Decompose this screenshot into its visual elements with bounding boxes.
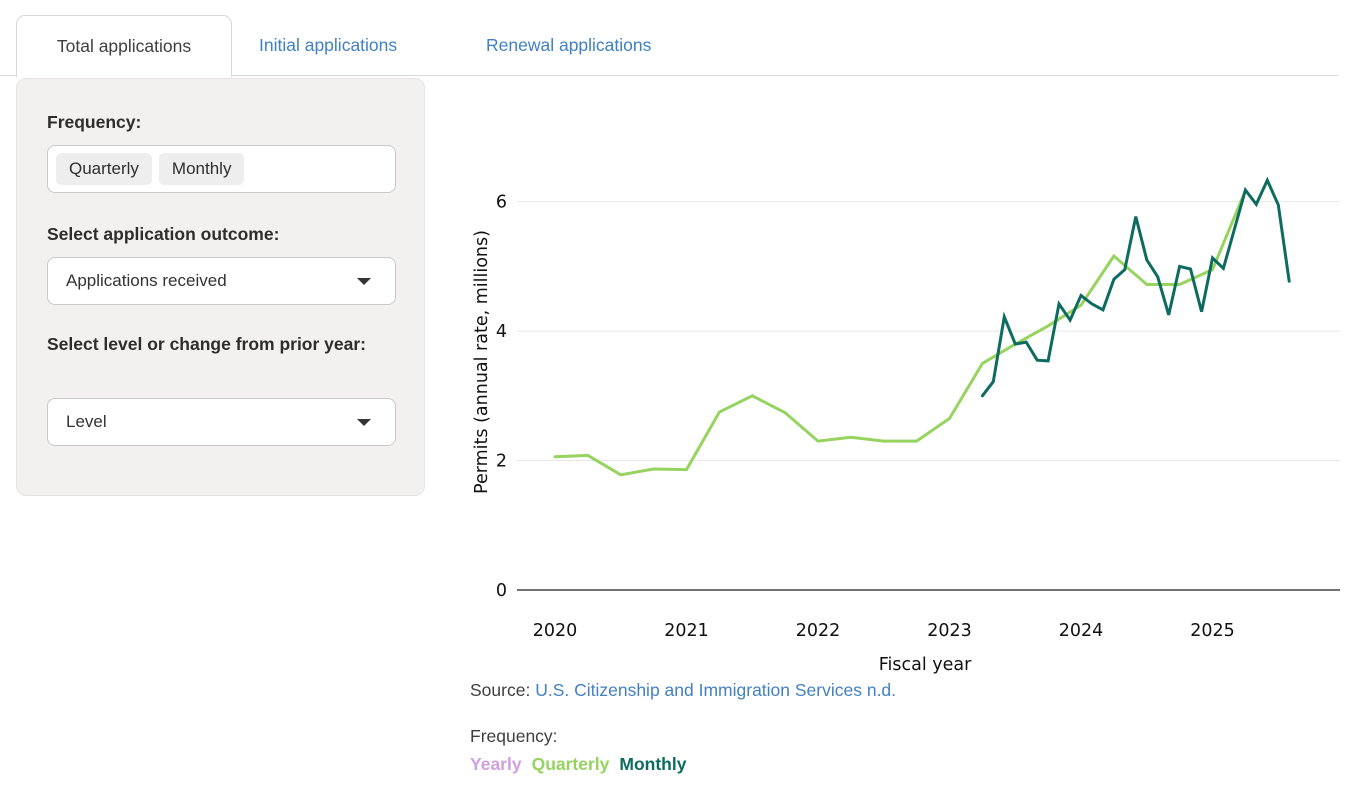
source-line: Source: U.S. Citizenship and Immigration… (470, 680, 896, 701)
filter-panel: Frequency: Quarterly Monthly Select appl… (16, 78, 425, 496)
chevron-down-icon (357, 278, 371, 285)
legend-entry-quarterly[interactable]: Quarterly (532, 754, 610, 775)
x-tick-label: 2022 (796, 621, 841, 641)
frequency-select[interactable]: Quarterly Monthly (47, 145, 396, 193)
legend-entry-monthly[interactable]: Monthly (619, 754, 686, 775)
x-tick-label: 2023 (927, 621, 972, 641)
y-tick-label: 4 (496, 322, 507, 342)
source-prefix: Source: (470, 680, 535, 700)
x-tick-label: 2021 (664, 621, 709, 641)
level-dropdown[interactable]: Level (47, 398, 396, 446)
legend: Yearly Quarterly Monthly (470, 754, 686, 775)
tab-total-applications[interactable]: Total applications (16, 15, 232, 77)
x-tick-label: 2025 (1190, 621, 1235, 641)
outcome-selected-value: Applications received (66, 271, 227, 291)
tab-renewal-applications[interactable]: Renewal applications (486, 35, 651, 56)
outcome-label: Select application outcome: (47, 221, 397, 247)
x-axis-title: Fiscal year (879, 655, 972, 675)
legend-entry-yearly[interactable]: Yearly (470, 754, 522, 775)
y-axis-title: Permits (annual rate, millions) (472, 230, 492, 494)
frequency-option-monthly[interactable]: Monthly (159, 153, 245, 185)
level-selected-value: Level (66, 412, 107, 432)
monthly-line (982, 180, 1289, 395)
y-tick-label: 0 (496, 581, 507, 601)
level-label: Select level or change from prior year: (47, 331, 397, 357)
frequency-option-quarterly[interactable]: Quarterly (56, 153, 152, 185)
tab-initial-applications[interactable]: Initial applications (259, 35, 397, 56)
y-tick-label: 6 (496, 193, 507, 213)
chevron-down-icon (357, 419, 371, 426)
tab-label: Total applications (57, 36, 191, 57)
legend-title: Frequency: (470, 726, 558, 747)
x-tick-label: 2020 (533, 621, 578, 641)
outcome-dropdown[interactable]: Applications received (47, 257, 396, 305)
frequency-label: Frequency: (47, 109, 397, 135)
x-tick-label: 2024 (1059, 621, 1104, 641)
y-tick-label: 2 (496, 452, 507, 472)
source-link[interactable]: U.S. Citizenship and Immigration Service… (535, 680, 896, 700)
chart-svg: 0 2 4 6 2020 2021 2022 2023 2024 2025 Fiscal year P… (470, 140, 1346, 680)
quarterly-line (555, 191, 1245, 475)
